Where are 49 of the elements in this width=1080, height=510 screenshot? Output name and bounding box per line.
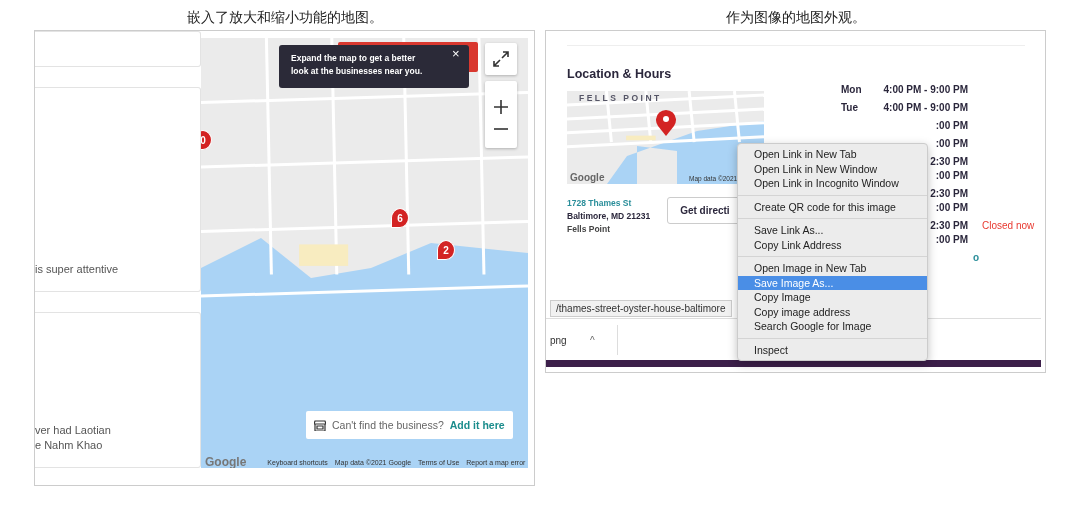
hours-text: :00 PM xyxy=(935,119,968,133)
zoom-in-icon[interactable] xyxy=(494,99,508,114)
menu-item[interactable]: Open Link in New Window xyxy=(738,161,927,176)
google-logo: Google xyxy=(570,172,605,183)
hours-text: 4:00 PM - 9:00 PM xyxy=(883,101,968,115)
map-pin[interactable]: 0 xyxy=(201,130,212,150)
menu-item[interactable]: Open Image in New Tab xyxy=(738,261,927,276)
review-text: e Nahm Khao xyxy=(35,438,104,453)
day-label: Tue xyxy=(841,101,860,115)
day-label: Mon xyxy=(841,83,863,97)
status-url: /thames-street-oyster-house-baltimore xyxy=(550,300,732,317)
store-icon xyxy=(314,419,326,431)
menu-item[interactable]: Inspect xyxy=(738,342,927,357)
add-business-prompt: Can't find the business? xyxy=(332,419,444,431)
hours-text: 2:30 PM xyxy=(930,187,968,201)
menu-item[interactable]: Save Link As... xyxy=(738,223,927,238)
review-text: is super attentive xyxy=(35,262,120,278)
menu-item[interactable]: Search Google for Image xyxy=(738,319,927,334)
download-name[interactable]: png xyxy=(546,334,590,346)
menu-item[interactable]: Open Link in New Tab xyxy=(738,147,927,162)
hours-text: 2:30 PM xyxy=(930,219,968,233)
close-button[interactable]: × xyxy=(452,47,460,60)
expand-icon xyxy=(492,50,510,68)
street-link[interactable]: 1728 Thames St xyxy=(567,197,651,210)
hours-text: :00 PM xyxy=(935,201,968,215)
map-pin-icon xyxy=(655,109,677,137)
review-text: ver had Laotian xyxy=(35,423,112,438)
caption: 作为图像的地图外观。 xyxy=(725,8,866,27)
zoom-out-icon[interactable] xyxy=(494,127,508,130)
area-text: Fells Point xyxy=(567,223,611,236)
menu-item[interactable]: Copy image address xyxy=(738,304,927,319)
city-text: Baltimore, MD 21231 xyxy=(567,210,651,223)
info-link[interactable]: o xyxy=(973,251,1035,265)
menu-item[interactable]: Open Link in Incognito Window xyxy=(738,176,927,191)
add-business-link[interactable]: Add it here xyxy=(449,419,505,431)
status-text: Closed now xyxy=(982,219,1035,233)
map-label: FELLS POINT xyxy=(579,93,662,103)
hours-text: 4:00 PM - 9:00 PM xyxy=(883,83,968,97)
google-logo: Google xyxy=(205,455,247,468)
section-heading: Location & Hours xyxy=(567,67,673,81)
menu-item[interactable]: Copy Link Address xyxy=(738,237,927,252)
hours-text: 2:30 PM xyxy=(930,155,968,169)
expand-button[interactable] xyxy=(485,43,517,75)
menu-item[interactable]: Copy Image xyxy=(738,290,927,305)
hours-text: :00 PM xyxy=(935,137,968,151)
caption: 嵌入了放大和缩小功能的地图。 xyxy=(186,8,383,27)
hours-text: :00 PM xyxy=(935,233,968,247)
caret-button[interactable]: ^ xyxy=(590,334,595,346)
hours-text: :00 PM xyxy=(935,169,968,183)
